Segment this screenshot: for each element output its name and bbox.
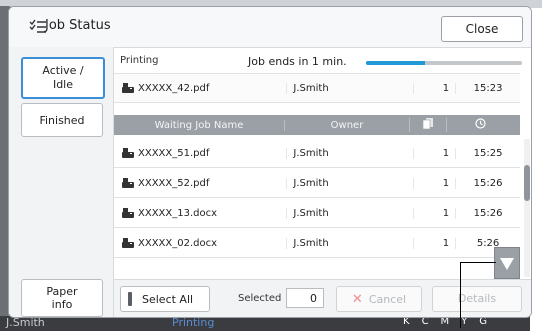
job-name: XXXXX_52.pdf bbox=[138, 177, 210, 189]
job-area: Printing Job ends in 1 min. XXXXX_42.pdf… bbox=[114, 47, 531, 279]
selected-count: 0 bbox=[286, 288, 324, 308]
scrollbar[interactable] bbox=[524, 139, 530, 277]
column-header-pages bbox=[409, 118, 446, 132]
details-button[interactable]: Details bbox=[432, 286, 522, 312]
left-panel: Active / Idle Finished Paper info bbox=[9, 47, 114, 317]
print-progress-bar bbox=[366, 61, 522, 65]
table-row[interactable]: XXXXX_51.pdf J.Smith 1 15:25 bbox=[114, 139, 520, 168]
job-owner: J.Smith bbox=[286, 147, 413, 159]
action-footer: Select All Selected 0 ✕ Cancel Details bbox=[114, 279, 531, 317]
print-job-icon bbox=[122, 207, 134, 218]
job-owner: J.Smith bbox=[286, 177, 413, 189]
scroll-down-button[interactable] bbox=[494, 247, 520, 279]
current-job-pages: 1 bbox=[413, 82, 455, 94]
job-pages: 1 bbox=[413, 207, 455, 219]
tab-active-idle-line2: Idle bbox=[52, 78, 74, 91]
job-owner: J.Smith bbox=[286, 237, 413, 249]
paper-info-line2: info bbox=[51, 298, 73, 311]
clock-icon bbox=[474, 118, 486, 129]
tab-finished[interactable]: Finished bbox=[21, 103, 103, 137]
job-time: 15:25 bbox=[455, 147, 520, 159]
print-job-icon bbox=[122, 147, 134, 158]
job-pages: 1 bbox=[413, 147, 455, 159]
job-status-dialog: Job Status Close Active / Idle Finished … bbox=[8, 6, 532, 318]
callout-line-vertical bbox=[460, 262, 461, 328]
table-row[interactable]: XXXXX_13.docx J.Smith 1 15:26 bbox=[114, 199, 520, 228]
job-pages: 1 bbox=[413, 237, 455, 249]
selected-label: Selected bbox=[238, 293, 282, 304]
table-header: Waiting Job Name Owner bbox=[114, 115, 520, 135]
paper-info-button[interactable]: Paper info bbox=[21, 279, 103, 317]
tab-active-idle[interactable]: Active / Idle bbox=[21, 57, 105, 99]
close-x-icon: ✕ bbox=[351, 291, 363, 307]
job-name: XXXXX_13.docx bbox=[138, 207, 218, 219]
table-row[interactable]: XXXXX_52.pdf J.Smith 1 15:26 bbox=[114, 169, 520, 198]
job-time: 15:26 bbox=[455, 207, 520, 219]
current-job-time: 15:23 bbox=[455, 82, 520, 94]
current-job-owner: J.Smith bbox=[286, 82, 413, 94]
cancel-button[interactable]: ✕ Cancel bbox=[336, 286, 422, 312]
copies-icon bbox=[422, 118, 433, 130]
paper-info-line1: Paper bbox=[46, 285, 78, 298]
close-button[interactable]: Close bbox=[441, 16, 523, 42]
dialog-title: Job Status bbox=[45, 18, 111, 33]
tab-active-idle-line1: Active / bbox=[42, 64, 84, 77]
print-job-icon bbox=[122, 82, 134, 93]
scrollbar-thumb[interactable] bbox=[524, 165, 530, 201]
current-job-name: XXXXX_42.pdf bbox=[138, 82, 210, 94]
print-job-icon bbox=[122, 177, 134, 188]
column-header-name: Waiting Job Name bbox=[154, 119, 244, 131]
printing-label: Printing bbox=[120, 55, 159, 66]
title-bar: Job Status Close bbox=[9, 7, 531, 48]
select-all-button[interactable]: Select All bbox=[120, 286, 210, 312]
column-header-time bbox=[446, 118, 513, 132]
job-pages: 1 bbox=[413, 177, 455, 189]
column-header-owner: Owner bbox=[284, 119, 409, 131]
select-all-label: Select All bbox=[142, 292, 194, 306]
job-name: XXXXX_02.docx bbox=[138, 237, 218, 249]
callout-line bbox=[460, 262, 496, 263]
job-name: XXXXX_51.pdf bbox=[138, 147, 210, 159]
current-job-row[interactable]: XXXXX_42.pdf J.Smith 1 15:23 bbox=[114, 73, 520, 103]
job-ends-text: Job ends in 1 min. bbox=[248, 55, 347, 68]
job-owner: J.Smith bbox=[286, 207, 413, 219]
print-job-icon bbox=[122, 237, 134, 248]
table-row[interactable]: XXXXX_02.docx J.Smith 1 5:26 bbox=[114, 229, 520, 258]
triangle-down-icon bbox=[500, 258, 514, 270]
select-all-indicator bbox=[128, 292, 132, 306]
cancel-label: Cancel bbox=[368, 292, 407, 306]
job-time: 15:26 bbox=[455, 177, 520, 189]
print-progress-fill bbox=[366, 61, 426, 65]
